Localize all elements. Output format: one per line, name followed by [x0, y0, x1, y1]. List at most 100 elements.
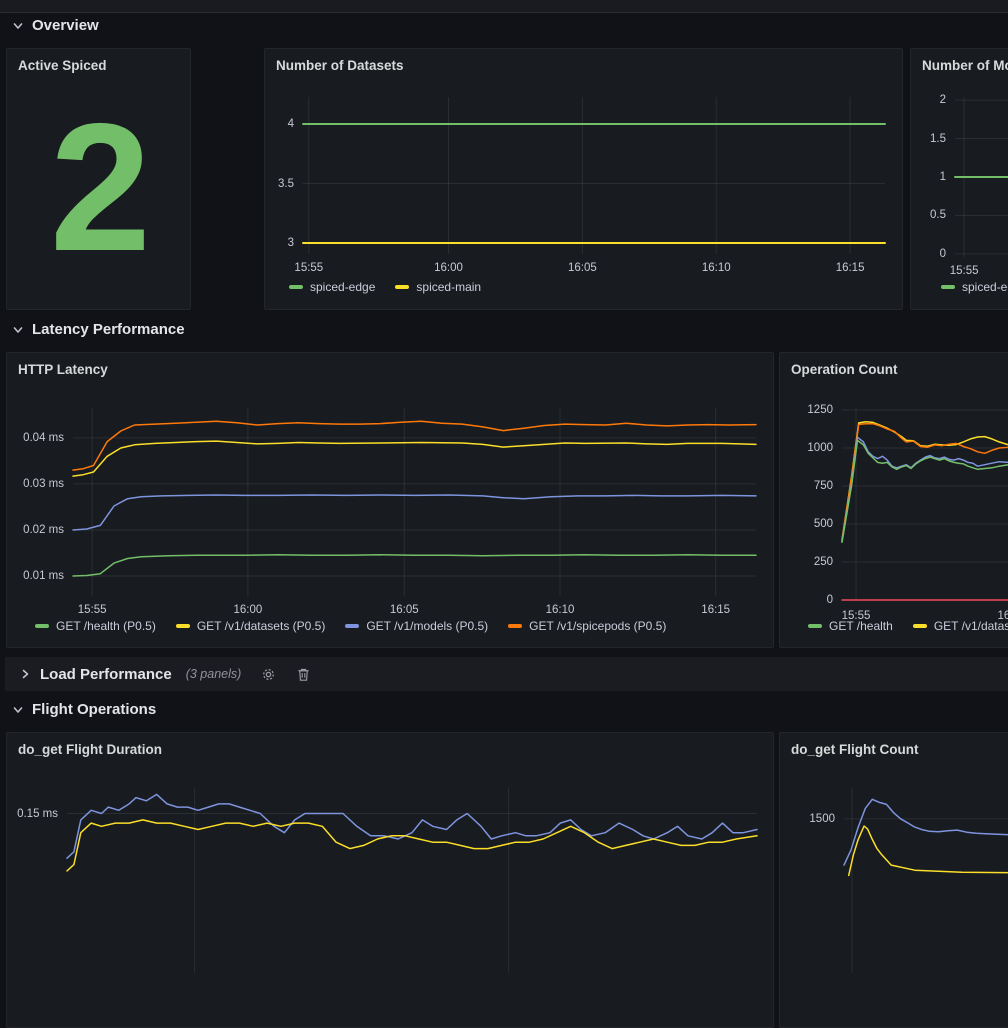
legend-label: spiced-main	[416, 280, 481, 294]
series-line	[842, 440, 1008, 542]
legend-swatch	[345, 624, 359, 628]
top-bar	[0, 0, 1008, 13]
legend-label: GET /health	[829, 619, 893, 633]
x-axis-tick-label: 15:55	[58, 603, 126, 617]
number-of-models-legend: spiced-edge	[941, 280, 1008, 294]
legend-swatch	[508, 624, 522, 628]
legend-item[interactable]: spiced-edge	[289, 280, 375, 294]
y-axis-tick-label: 3.5	[265, 177, 294, 191]
x-axis-tick-label: 16:10	[526, 603, 594, 617]
chevron-down-icon	[12, 324, 24, 336]
legend-swatch	[808, 624, 822, 628]
y-axis-tick-label: 750	[780, 479, 833, 493]
operation-count-legend: GET /health GET /v1/datasets	[808, 619, 1008, 633]
legend-item[interactable]: GET /v1/datasets (P0.5)	[176, 619, 326, 633]
panel-title-http-latency[interactable]: HTTP Latency	[18, 362, 108, 377]
section-header-load-performance[interactable]: Load Performance (3 panels)	[5, 657, 1008, 691]
legend-label: GET /health (P0.5)	[56, 619, 156, 633]
x-axis-tick-label: 15:55	[275, 261, 343, 275]
y-axis-tick-label: 0.15 ms	[7, 807, 58, 821]
y-axis-tick-label: 2	[911, 93, 946, 107]
series-line	[73, 555, 756, 576]
x-axis-tick-label: 16:10	[682, 261, 750, 275]
legend-label: GET /v1/datasets (P0.5)	[197, 619, 326, 633]
x-axis-tick-label: 16:05	[548, 261, 616, 275]
panel-number-of-datasets: Number of Datasets 15:55 16:00 16:05 16:10 1…	[264, 48, 903, 310]
operation-count-chart[interactable]: 15:5516:00125010007505002500	[780, 353, 1008, 647]
series-line	[842, 422, 1008, 540]
y-axis-tick-label: 1250	[780, 403, 833, 417]
x-axis-tick-label: 16:00	[214, 603, 282, 617]
y-axis-tick-label: 0.5	[911, 208, 946, 222]
y-axis-tick-label: 0.01 ms	[7, 569, 64, 583]
legend-swatch	[395, 285, 409, 289]
legend-label: GET /v1/models (P0.5)	[366, 619, 488, 633]
legend-swatch	[176, 624, 190, 628]
flight-duration-chart[interactable]: 0.15 ms	[7, 733, 773, 1027]
y-axis-tick-label: 500	[780, 517, 833, 531]
flight-count-chart[interactable]: 1500	[780, 733, 1008, 1027]
panel-title-number-of-models[interactable]: Number of Mo	[922, 58, 1008, 73]
y-axis-tick-label: 1	[911, 170, 946, 184]
series-line	[842, 424, 1008, 541]
legend-item[interactable]: GET /health (P0.5)	[35, 619, 156, 633]
trash-icon[interactable]	[296, 667, 311, 682]
series-line	[73, 495, 756, 530]
legend-item[interactable]: GET /v1/models (P0.5)	[345, 619, 488, 633]
legend-swatch	[913, 624, 927, 628]
y-axis-tick-label: 0	[780, 593, 833, 607]
section-header-flight-operations[interactable]: Flight Operations	[12, 700, 156, 720]
x-axis-tick-label: 15:55	[930, 264, 998, 278]
y-axis-tick-label: 1.5	[911, 132, 946, 146]
y-axis-tick-label: 1000	[780, 441, 833, 455]
legend-label: spiced-edge	[310, 280, 375, 294]
legend-item[interactable]: spiced-main	[395, 280, 481, 294]
panel-flight-duration: do_get Flight Duration 0.15 ms	[6, 732, 774, 1028]
panel-count-label: (3 panels)	[186, 667, 242, 681]
section-header-latency-performance[interactable]: Latency Performance	[12, 320, 185, 340]
legend-item[interactable]: spiced-edge	[941, 280, 1008, 294]
http-latency-chart[interactable]: 15:5516:0016:0516:1016:150.04 ms0.03 ms0…	[7, 353, 773, 647]
legend-label: spiced-edge	[962, 280, 1008, 294]
panel-number-of-models: Number of Mo 15:5521.510.50 spiced-edge	[910, 48, 1008, 310]
series-line	[73, 441, 756, 476]
x-axis-tick-label: 16:15	[816, 261, 884, 275]
legend-label: GET /v1/spicepods (P0.5)	[529, 619, 666, 633]
panel-title-number-of-datasets[interactable]: Number of Datasets	[276, 58, 404, 73]
chevron-down-icon	[12, 704, 24, 716]
y-axis-tick-label: 0.04 ms	[7, 431, 64, 445]
panel-flight-count: do_get Flight Count 1500	[779, 732, 1008, 1028]
legend-item[interactable]: GET /health	[808, 619, 893, 633]
legend-swatch	[289, 285, 303, 289]
section-title-flight-operations: Flight Operations	[32, 700, 156, 720]
panel-title-operation-count[interactable]: Operation Count	[791, 362, 898, 377]
panel-title-flight-duration[interactable]: do_get Flight Duration	[18, 742, 162, 757]
y-axis-tick-label: 250	[780, 555, 833, 569]
y-axis-tick-label: 1500	[780, 812, 835, 826]
y-axis-tick-label: 0.03 ms	[7, 477, 64, 491]
series-line	[73, 421, 756, 470]
stat-value: 2	[7, 75, 190, 299]
x-axis-tick-label: 16:00	[415, 261, 483, 275]
chevron-down-icon	[12, 20, 24, 32]
series-line	[67, 820, 757, 871]
http-latency-legend: GET /health (P0.5) GET /v1/datasets (P0.5…	[35, 619, 666, 633]
number-of-datasets-chart[interactable]: 15:5516:0016:0516:1016:1543.53	[265, 49, 902, 309]
legend-item[interactable]: GET /v1/datasets	[913, 619, 1008, 633]
panel-title-flight-count[interactable]: do_get Flight Count	[791, 742, 918, 757]
legend-item[interactable]: GET /v1/spicepods (P0.5)	[508, 619, 666, 633]
number-of-datasets-legend: spiced-edge spiced-main	[289, 280, 481, 294]
section-header-overview[interactable]: Overview	[12, 16, 99, 36]
gear-icon[interactable]	[261, 667, 276, 682]
x-axis-tick-label: 16:05	[370, 603, 438, 617]
section-title-overview: Overview	[32, 16, 99, 36]
y-axis-tick-label: 4	[265, 117, 294, 131]
panel-title-active-spiced[interactable]: Active Spiced	[18, 58, 107, 73]
panel-active-spiced: Active Spiced 2	[6, 48, 191, 310]
panel-operation-count: Operation Count 15:5516:0012501000750500…	[779, 352, 1008, 648]
legend-swatch	[35, 624, 49, 628]
number-of-models-chart[interactable]: 15:5521.510.50	[911, 49, 1008, 309]
chevron-right-icon	[19, 668, 31, 680]
y-axis-tick-label: 0.02 ms	[7, 523, 64, 537]
legend-label: GET /v1/datasets	[934, 619, 1008, 633]
